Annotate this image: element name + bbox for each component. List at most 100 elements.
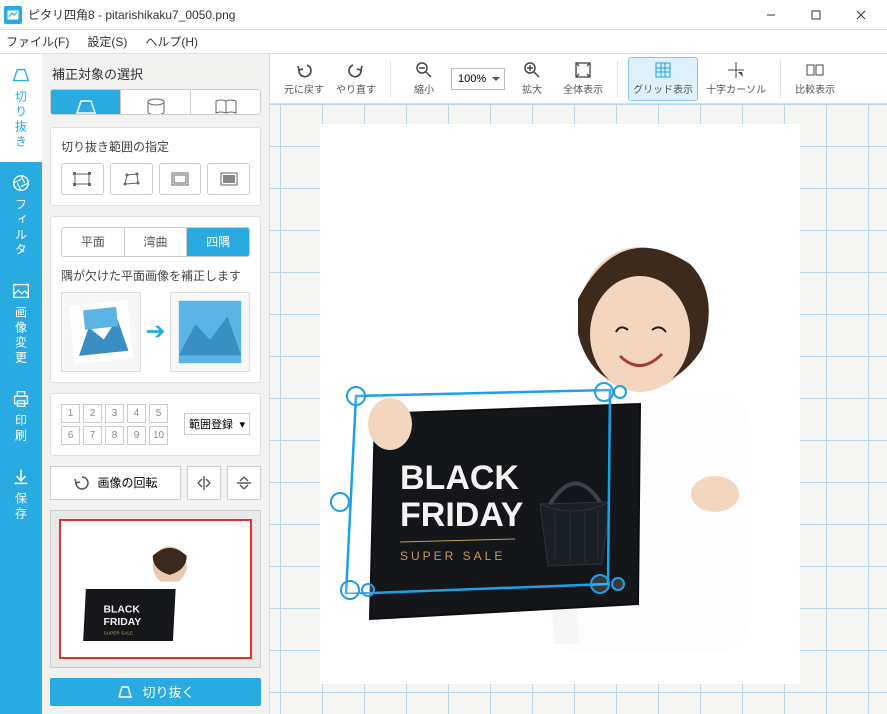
maximize-button[interactable] (793, 0, 838, 30)
zoom-in-label: 拡大 (522, 81, 542, 96)
fit-label: 全体表示 (563, 81, 603, 96)
toolbar-separator (780, 61, 781, 97)
selection-area[interactable] (340, 386, 615, 594)
thumbnail-panel: BLACK FRIDAY SUPER SALE (50, 510, 261, 668)
undo-button[interactable]: 元に戻す (280, 57, 328, 101)
flip-h-button[interactable] (187, 466, 221, 500)
canvas-area: 元に戻す やり直す 縮小 100% 拡大 全体表示 (270, 54, 887, 714)
grid-label: グリッド表示 (633, 81, 693, 96)
handle-br-2[interactable] (611, 577, 625, 591)
zoom-in-icon (523, 61, 541, 79)
rect-handles-icon (72, 171, 92, 187)
canvas[interactable]: BLACK FRIDAY SUPER SALE (270, 104, 887, 714)
zoom-out-button[interactable]: 縮小 (401, 57, 447, 101)
minimize-button[interactable] (748, 0, 793, 30)
range-register-dropdown[interactable]: 範囲登録 ▾ (184, 413, 250, 435)
cross-label: 十字カーソル (706, 81, 766, 96)
arrow-right-icon: ➔ (145, 317, 165, 346)
crop-execute-button[interactable]: 切り抜く (50, 678, 261, 706)
flip-v-button[interactable] (227, 466, 261, 500)
handle-tl[interactable] (346, 386, 366, 406)
handle-bl-2[interactable] (361, 583, 375, 597)
image-icon (10, 280, 32, 302)
range-rect-button[interactable] (61, 163, 104, 195)
svg-text:SUPER SALE: SUPER SALE (104, 630, 134, 636)
handle-ml[interactable] (330, 492, 350, 512)
menu-help[interactable]: ヘルプ(H) (145, 33, 198, 50)
slot-9[interactable]: 9 (127, 426, 146, 445)
redo-button[interactable]: やり直す (332, 57, 380, 101)
target-shape-segment (50, 89, 261, 115)
rotate-icon (73, 474, 91, 492)
range-slot-numbers: 1 2 3 4 5 6 7 8 9 10 (61, 404, 176, 445)
range-register-label: 範囲登録 (189, 416, 233, 432)
cross-button[interactable]: 十字カーソル (702, 57, 770, 101)
menu-file[interactable]: ファイル(F) (6, 33, 69, 50)
thumbnail[interactable]: BLACK FRIDAY SUPER SALE (59, 519, 252, 659)
plane-tab-flat[interactable]: 平面 (62, 228, 125, 256)
zoom-in-button[interactable]: 拡大 (509, 57, 555, 101)
slot-7[interactable]: 7 (83, 426, 102, 445)
menu-settings[interactable]: 設定(S) (87, 33, 127, 50)
fit-button[interactable]: 全体表示 (559, 57, 607, 101)
app-icon (4, 6, 22, 24)
vtab-print-label: 印刷 (13, 414, 30, 444)
crop-exec-label: 切り抜く (142, 682, 194, 701)
target-book[interactable] (191, 90, 260, 115)
range-poly-button[interactable] (110, 163, 153, 195)
slot-2[interactable]: 2 (83, 404, 102, 423)
panel-title: 補正対象の選択 (52, 64, 259, 83)
close-button[interactable] (838, 0, 883, 30)
vtab-filter-label: フィルタ (13, 198, 30, 258)
compare-label: 比較表示 (795, 81, 835, 96)
vtab-image[interactable]: 画像変更 (0, 270, 42, 378)
crosshair-icon (727, 61, 745, 79)
slot-5[interactable]: 5 (149, 404, 168, 423)
outline-rect-icon (170, 171, 190, 187)
range-slots-box: 1 2 3 4 5 6 7 8 9 10 範囲登録 ▾ (50, 393, 261, 456)
handle-tr-2[interactable] (613, 385, 627, 399)
slot-3[interactable]: 3 (105, 404, 124, 423)
zoom-out-label: 縮小 (414, 81, 434, 96)
crop-range-title: 切り抜き範囲の指定 (61, 138, 250, 155)
vtab-crop[interactable]: 切り抜き (0, 54, 42, 162)
zoom-select[interactable]: 100% (451, 68, 505, 90)
fit-icon (574, 61, 592, 79)
menu-bar: ファイル(F) 設定(S) ヘルプ(H) (0, 30, 887, 54)
grid-icon (654, 61, 672, 79)
target-trapezoid[interactable] (51, 90, 121, 115)
illus-after (170, 292, 250, 372)
vtab-save[interactable]: 保存 (0, 456, 42, 534)
filled-rect-icon (219, 171, 239, 187)
redo-icon (347, 61, 365, 79)
window-controls (748, 0, 883, 30)
slot-8[interactable]: 8 (105, 426, 124, 445)
range-outline-button[interactable] (159, 163, 202, 195)
range-fill-button[interactable] (207, 163, 250, 195)
vtab-save-label: 保存 (13, 492, 30, 522)
slot-1[interactable]: 1 (61, 404, 80, 423)
grid-button[interactable]: グリッド表示 (628, 57, 698, 101)
target-cylinder[interactable] (121, 90, 191, 115)
print-icon (10, 388, 32, 410)
handle-tr-1[interactable] (594, 382, 614, 402)
slot-10[interactable]: 10 (149, 426, 168, 445)
trapezoid-icon (73, 98, 99, 115)
slot-4[interactable]: 4 (127, 404, 146, 423)
slot-6[interactable]: 6 (61, 426, 80, 445)
handle-br-1[interactable] (590, 574, 610, 594)
plane-hint: 隅が欠けた平面画像を補正します (61, 267, 250, 284)
svg-text:BLACK: BLACK (104, 605, 141, 616)
selection-polygon (340, 386, 615, 594)
illus-before (61, 292, 141, 372)
vtab-filter[interactable]: フィルタ (0, 162, 42, 270)
rotate-button[interactable]: 画像の回転 (50, 466, 181, 500)
svg-text:FRIDAY: FRIDAY (104, 617, 142, 628)
vtab-print[interactable]: 印刷 (0, 378, 42, 456)
plane-tab-curve[interactable]: 湾曲 (125, 228, 188, 256)
undo-icon (295, 61, 313, 79)
handle-bl-1[interactable] (340, 580, 360, 600)
compare-button[interactable]: 比較表示 (791, 57, 839, 101)
main-toolbar: 元に戻す やり直す 縮小 100% 拡大 全体表示 (270, 54, 887, 104)
plane-tab-corner[interactable]: 四隅 (187, 228, 249, 256)
